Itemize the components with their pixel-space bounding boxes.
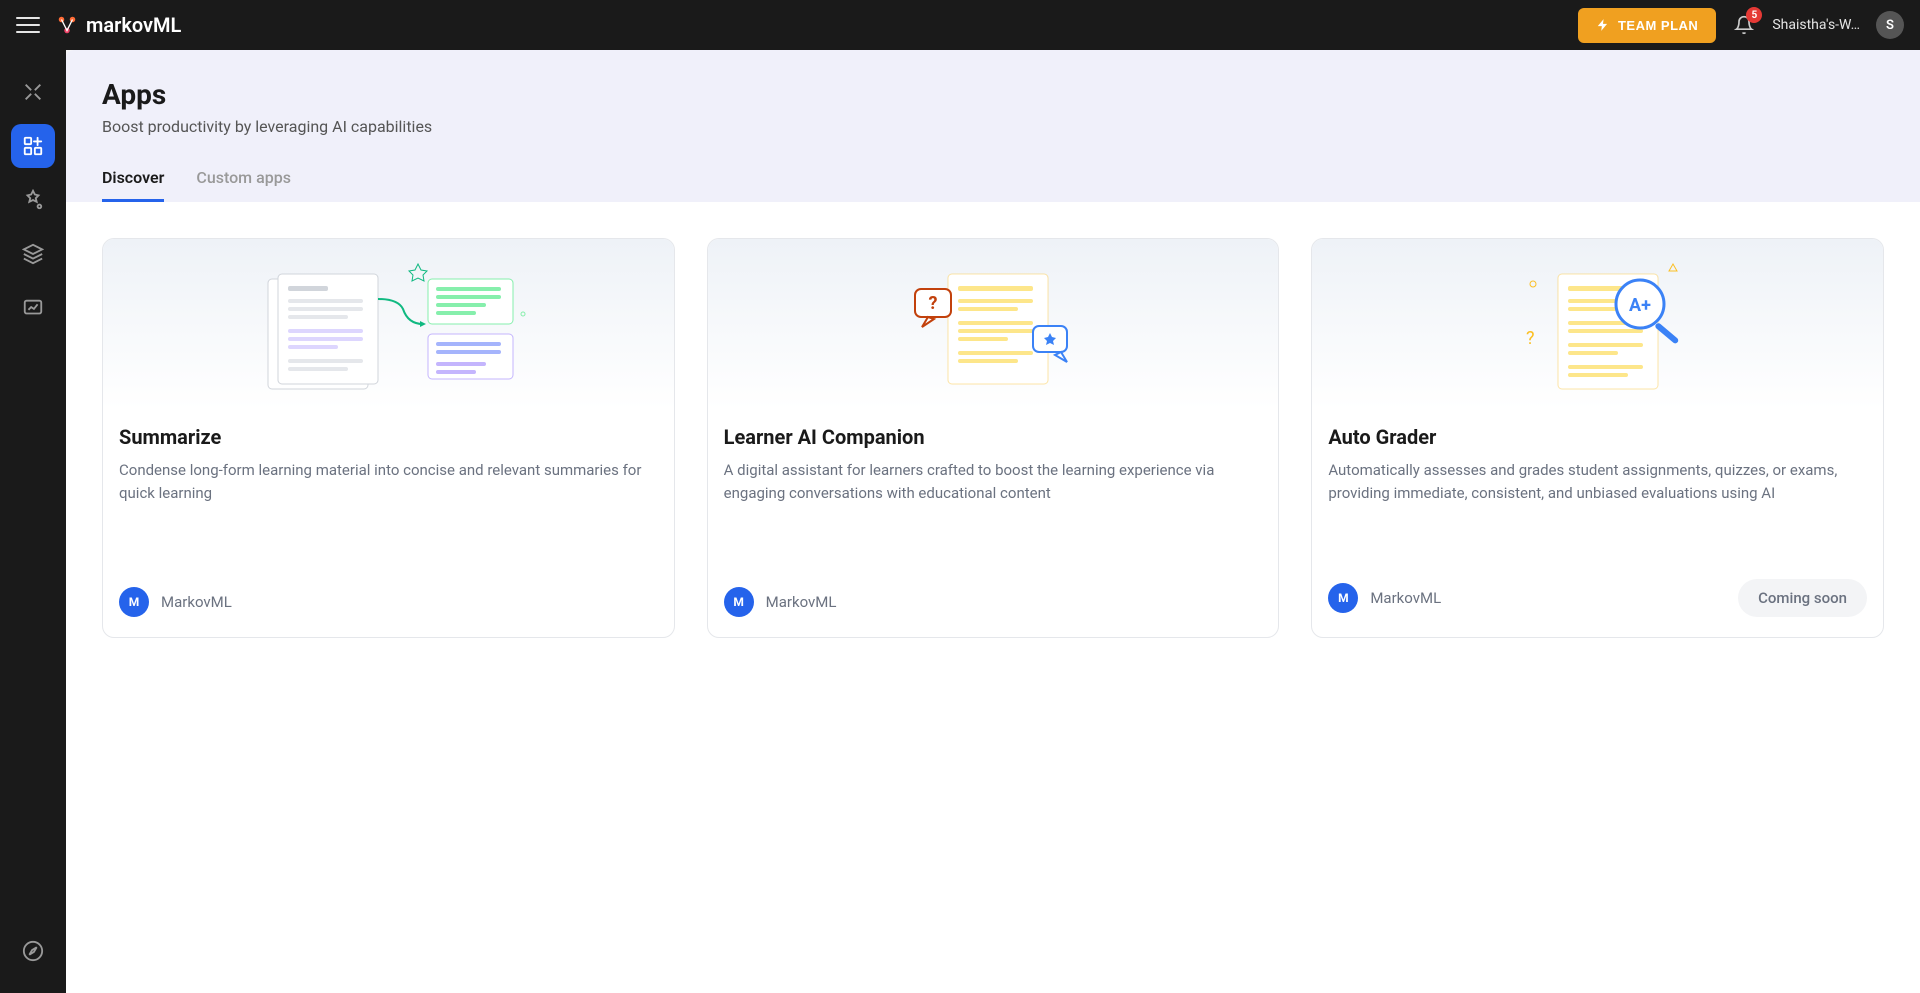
notifications-button[interactable]: 5 [1732,13,1756,37]
card-description: Automatically assesses and grades studen… [1328,459,1867,559]
top-header: markovML TEAM PLAN 5 Shaistha's-W… S [0,0,1920,50]
cards-grid: Summarize Condense long-form learning ma… [66,202,1920,674]
brand-text: markovML [86,13,181,37]
sidebar-item-explore[interactable] [11,929,55,973]
coming-soon-badge: Coming soon [1738,579,1867,617]
workspace-label[interactable]: Shaistha's-W… [1772,17,1860,33]
sidebar-item-models[interactable] [11,232,55,276]
card-author: M MarkovML [724,587,837,617]
card-illustration: A+ ? [1312,239,1883,409]
author-avatar: M [119,587,149,617]
author-name: MarkovML [1370,589,1441,607]
hamburger-menu[interactable] [16,13,40,37]
markov-logo-icon [56,14,78,36]
content-area: Apps Boost productivity by leveraging AI… [66,50,1920,993]
card-illustration: ? [708,239,1279,409]
author-avatar: M [724,587,754,617]
author-name: MarkovML [161,593,232,611]
svg-text:A+: A+ [1629,295,1651,316]
tab-discover[interactable]: Discover [102,156,164,202]
card-illustration [103,239,674,409]
page-title: Apps [102,78,1884,111]
grader-illustration-icon: A+ ? [1458,254,1738,394]
svg-text:?: ? [1526,328,1535,349]
author-avatar: M [1328,583,1358,613]
card-title: Auto Grader [1328,425,1867,449]
lightning-icon [1596,18,1610,32]
card-author: M MarkovML [1328,583,1441,613]
card-title: Summarize [119,425,658,449]
team-plan-button[interactable]: TEAM PLAN [1578,8,1716,43]
author-name: MarkovML [766,593,837,611]
user-avatar[interactable]: S [1876,11,1904,39]
app-card-auto-grader[interactable]: A+ ? Auto Grader Automatically assesses … [1311,238,1884,638]
page-subtitle: Boost productivity by leveraging AI capa… [102,117,1884,136]
notification-badge: 5 [1746,7,1762,23]
sidebar-item-analytics[interactable] [11,286,55,330]
page-header: Apps Boost productivity by leveraging AI… [66,50,1920,202]
card-description: Condense long-form learning material int… [119,459,658,567]
tab-custom-apps[interactable]: Custom apps [196,156,291,202]
tabs: Discover Custom apps [102,156,1884,202]
card-title: Learner AI Companion [724,425,1263,449]
card-description: A digital assistant for learners crafted… [724,459,1263,567]
svg-text:?: ? [929,293,938,314]
sidebar-item-workflows[interactable] [11,70,55,114]
summarize-illustration-icon [248,254,528,394]
app-card-learner-companion[interactable]: ? Learner AI Companion A digital assista… [707,238,1280,638]
brand-logo[interactable]: markovML [56,13,181,37]
left-sidebar [0,50,66,993]
sidebar-item-apps[interactable] [11,124,55,168]
card-author: M MarkovML [119,587,232,617]
learner-illustration-icon: ? [853,254,1133,394]
app-card-summarize[interactable]: Summarize Condense long-form learning ma… [102,238,675,638]
sidebar-item-ai[interactable] [11,178,55,222]
